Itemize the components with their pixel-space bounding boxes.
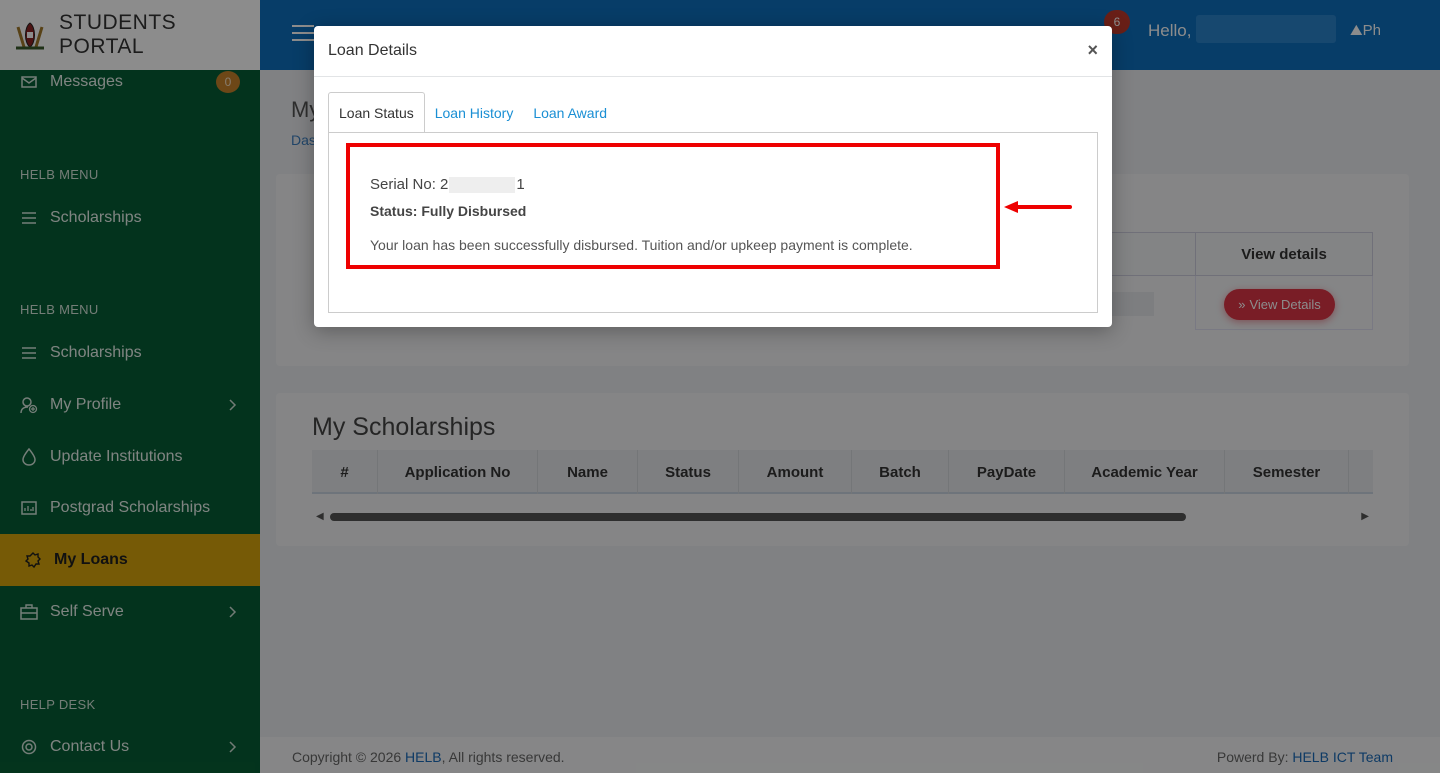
loan-tabs: Loan Status Loan History Loan Award xyxy=(328,92,617,133)
tab-loan-history[interactable]: Loan History xyxy=(425,92,524,133)
close-icon[interactable]: × xyxy=(1087,40,1098,61)
serial-end: 1 xyxy=(516,176,525,193)
status-message: Your loan has been successfully disburse… xyxy=(370,237,913,253)
tab-loan-status[interactable]: Loan Status xyxy=(328,92,425,133)
serial-number: Serial No: 2 1 xyxy=(370,176,525,194)
redacted-serial xyxy=(449,177,516,194)
tab-loan-award[interactable]: Loan Award xyxy=(523,92,617,133)
annotation-arrow-icon xyxy=(1004,201,1072,213)
loan-details-modal: Loan Details × Loan Status Loan History … xyxy=(314,26,1112,327)
loan-status: Status: Fully Disbursed xyxy=(370,203,527,219)
modal-title: Loan Details xyxy=(328,42,417,59)
modal-header: Loan Details × xyxy=(314,26,1112,77)
serial-label: Serial No: 2 xyxy=(370,176,449,193)
